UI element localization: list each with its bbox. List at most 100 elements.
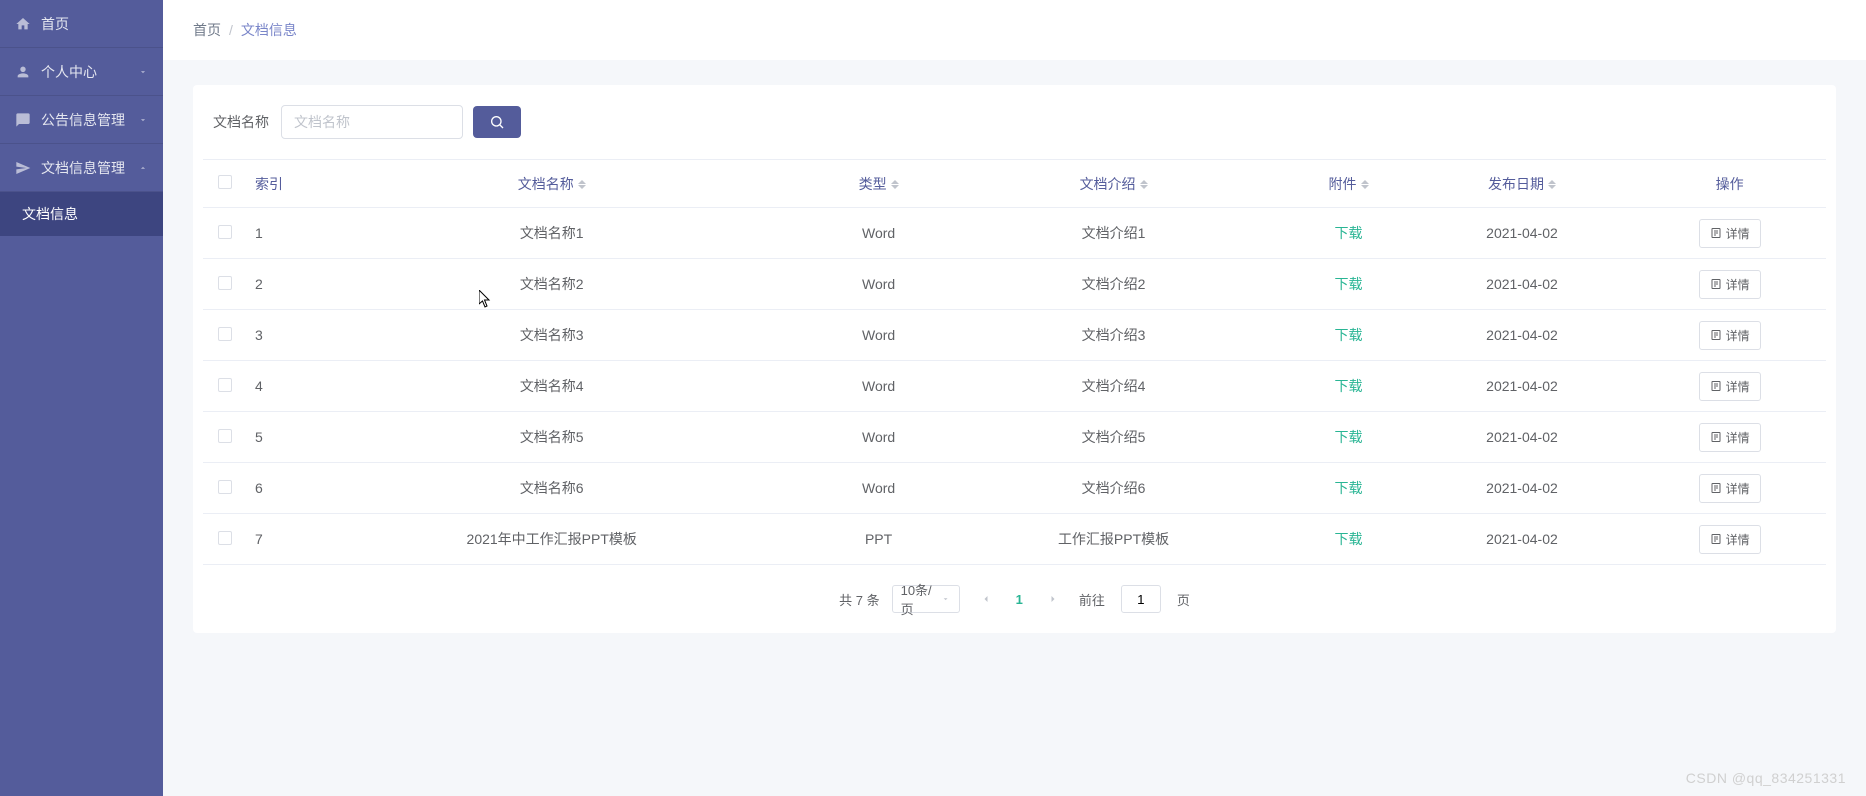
pagination-pagesize[interactable]: 10条/页 <box>892 585 960 613</box>
pagination-total: 共 7 条 <box>839 590 879 609</box>
cell-type: Word <box>816 310 940 361</box>
download-link[interactable]: 下载 <box>1335 429 1363 445</box>
checkbox-all[interactable] <box>218 175 232 189</box>
cell-name: 文档名称5 <box>287 412 816 463</box>
search-bar: 文档名称 <box>193 105 1836 159</box>
chevron-up-icon <box>138 163 148 173</box>
sidebar: 首页 个人中心 公告信息管理 文档信息管理 文档信息 <box>0 0 163 796</box>
cell-date: 2021-04-02 <box>1411 361 1634 412</box>
chevron-down-icon <box>138 67 148 77</box>
download-link[interactable]: 下载 <box>1335 276 1363 292</box>
cell-type: Word <box>816 361 940 412</box>
search-button[interactable] <box>473 106 521 138</box>
table-row: 3 文档名称3 Word 文档介绍3 下载 2021-04-02 详情 <box>203 310 1826 361</box>
detail-button[interactable]: 详情 <box>1699 219 1761 248</box>
download-link[interactable]: 下载 <box>1335 480 1363 496</box>
breadcrumb: 首页 / 文档信息 <box>163 0 1866 60</box>
download-link[interactable]: 下载 <box>1335 327 1363 343</box>
table-row: 7 2021年中工作汇报PPT模板 PPT 工作汇报PPT模板 下载 2021-… <box>203 514 1826 565</box>
detail-button[interactable]: 详情 <box>1699 474 1761 503</box>
row-checkbox[interactable] <box>218 429 232 443</box>
detail-button[interactable]: 详情 <box>1699 372 1761 401</box>
th-checkbox <box>203 160 247 208</box>
cell-date: 2021-04-02 <box>1411 310 1634 361</box>
chevron-down-icon <box>941 594 950 604</box>
main-content: 首页 / 文档信息 文档名称 索引 文档名称 类型 文档 <box>163 0 1866 796</box>
th-intro[interactable]: 文档介绍 <box>941 160 1287 208</box>
th-date[interactable]: 发布日期 <box>1411 160 1634 208</box>
search-input[interactable] <box>281 105 463 139</box>
row-checkbox[interactable] <box>218 378 232 392</box>
cell-index: 1 <box>247 208 287 259</box>
sidebar-item-label: 个人中心 <box>41 62 138 82</box>
sidebar-item-home[interactable]: 首页 <box>0 0 163 48</box>
detail-icon <box>1710 278 1722 290</box>
pagination-prev[interactable] <box>972 585 1000 613</box>
cell-type: PPT <box>816 514 940 565</box>
sidebar-item-personal[interactable]: 个人中心 <box>0 48 163 96</box>
cell-date: 2021-04-02 <box>1411 259 1634 310</box>
download-link[interactable]: 下载 <box>1335 531 1363 547</box>
sidebar-item-label: 文档信息管理 <box>41 158 138 178</box>
row-checkbox[interactable] <box>218 480 232 494</box>
row-checkbox[interactable] <box>218 531 232 545</box>
table-row: 5 文档名称5 Word 文档介绍5 下载 2021-04-02 详情 <box>203 412 1826 463</box>
cell-type: Word <box>816 259 940 310</box>
detail-button[interactable]: 详情 <box>1699 525 1761 554</box>
cell-type: Word <box>816 463 940 514</box>
chevron-left-icon <box>980 593 992 605</box>
home-icon <box>15 16 31 32</box>
cell-intro: 文档介绍2 <box>941 259 1287 310</box>
cell-date: 2021-04-02 <box>1411 514 1634 565</box>
detail-icon <box>1710 482 1722 494</box>
sidebar-item-notice[interactable]: 公告信息管理 <box>0 96 163 144</box>
cell-name: 文档名称6 <box>287 463 816 514</box>
detail-icon <box>1710 329 1722 341</box>
cell-intro: 文档介绍1 <box>941 208 1287 259</box>
breadcrumb-current: 文档信息 <box>241 20 297 40</box>
cell-name: 文档名称3 <box>287 310 816 361</box>
th-action: 操作 <box>1633 160 1826 208</box>
cell-intro: 文档介绍6 <box>941 463 1287 514</box>
cell-index: 2 <box>247 259 287 310</box>
row-checkbox[interactable] <box>218 327 232 341</box>
th-type[interactable]: 类型 <box>816 160 940 208</box>
content-card: 文档名称 索引 文档名称 类型 文档介绍 附件 发布日期 操 <box>193 85 1836 633</box>
pagination-goto-input[interactable] <box>1121 585 1161 613</box>
table-row: 6 文档名称6 Word 文档介绍6 下载 2021-04-02 详情 <box>203 463 1826 514</box>
sidebar-subitem-docinfo[interactable]: 文档信息 <box>0 192 163 236</box>
detail-button[interactable]: 详情 <box>1699 321 1761 350</box>
cell-name: 文档名称1 <box>287 208 816 259</box>
data-table: 索引 文档名称 类型 文档介绍 附件 发布日期 操作 1 文档名称1 Word … <box>203 159 1826 565</box>
cell-index: 7 <box>247 514 287 565</box>
send-icon <box>15 160 31 176</box>
cell-index: 5 <box>247 412 287 463</box>
cell-type: Word <box>816 412 940 463</box>
cell-index: 3 <box>247 310 287 361</box>
th-name[interactable]: 文档名称 <box>287 160 816 208</box>
detail-button[interactable]: 详情 <box>1699 270 1761 299</box>
th-attachment[interactable]: 附件 <box>1286 160 1410 208</box>
breadcrumb-home[interactable]: 首页 <box>193 20 221 40</box>
download-link[interactable]: 下载 <box>1335 225 1363 241</box>
cell-intro: 工作汇报PPT模板 <box>941 514 1287 565</box>
row-checkbox[interactable] <box>218 276 232 290</box>
sidebar-item-document[interactable]: 文档信息管理 <box>0 144 163 192</box>
breadcrumb-sep: / <box>229 22 233 38</box>
message-icon <box>15 112 31 128</box>
pagination-next[interactable] <box>1039 585 1067 613</box>
pagination-current[interactable]: 1 <box>1012 592 1027 607</box>
cell-intro: 文档介绍3 <box>941 310 1287 361</box>
detail-icon <box>1710 380 1722 392</box>
detail-button[interactable]: 详情 <box>1699 423 1761 452</box>
detail-icon <box>1710 227 1722 239</box>
cell-intro: 文档介绍5 <box>941 412 1287 463</box>
row-checkbox[interactable] <box>218 225 232 239</box>
cell-date: 2021-04-02 <box>1411 412 1634 463</box>
download-link[interactable]: 下载 <box>1335 378 1363 394</box>
cell-index: 6 <box>247 463 287 514</box>
th-index[interactable]: 索引 <box>247 160 287 208</box>
cell-name: 文档名称4 <box>287 361 816 412</box>
user-icon <box>15 64 31 80</box>
cell-date: 2021-04-02 <box>1411 463 1634 514</box>
